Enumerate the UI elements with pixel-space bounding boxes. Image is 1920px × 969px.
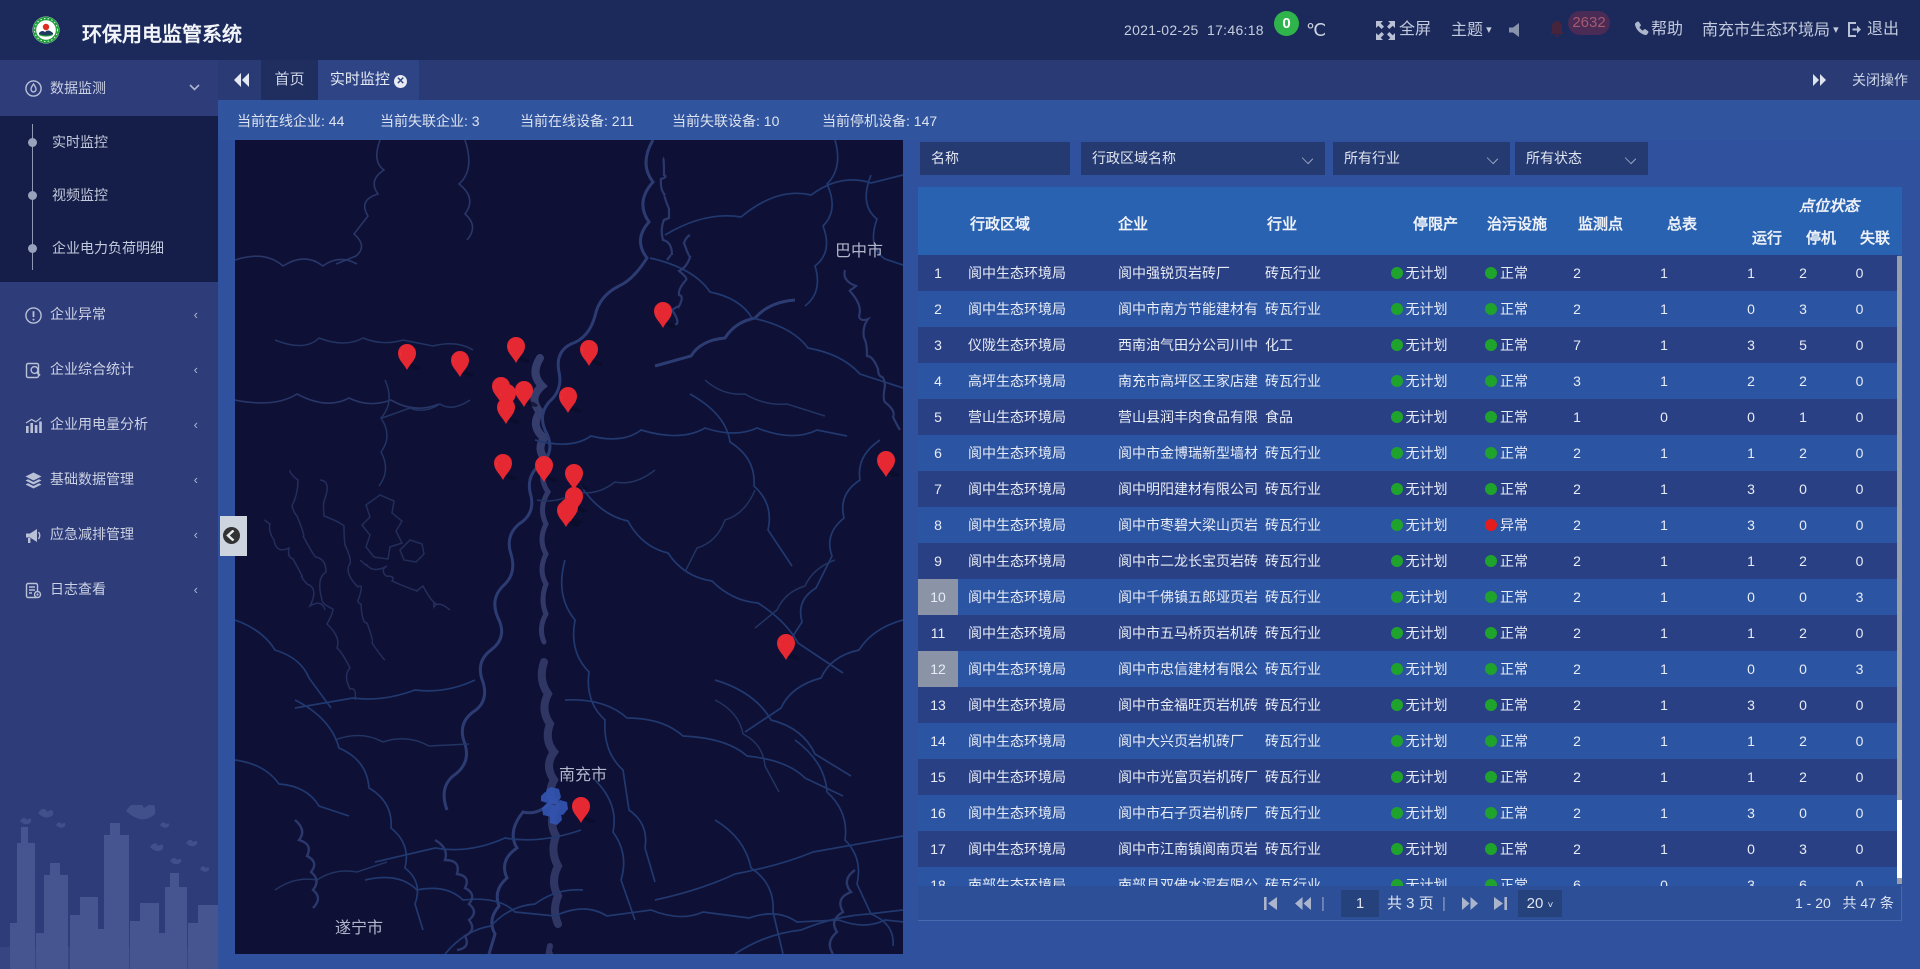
svg-text:遂宁市: 遂宁市 bbox=[335, 919, 383, 937]
svg-text:巴中市: 巴中市 bbox=[835, 242, 883, 260]
svg-text:南充市: 南充市 bbox=[559, 766, 607, 784]
